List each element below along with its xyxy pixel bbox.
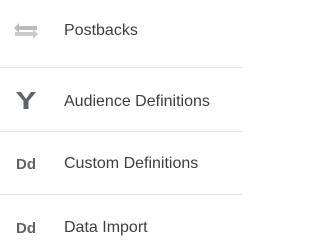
divider — [0, 67, 242, 68]
nav-item-audience-definitions[interactable]: Audience Definitions — [0, 70, 242, 130]
divider — [0, 194, 242, 195]
nav-item-label: Postbacks — [64, 22, 138, 39]
data-import-icon: Dd — [16, 219, 36, 237]
audience-definitions-icon — [11, 90, 41, 110]
admin-nav-list: Postbacks Audience Definitions Dd Custom… — [0, 0, 242, 247]
nav-item-label: Data Import — [64, 219, 148, 236]
postbacks-icon — [11, 21, 41, 41]
custom-definitions-icon: Dd — [16, 155, 36, 173]
nav-item-label: Custom Definitions — [64, 155, 199, 172]
nav-item-data-import[interactable]: Dd Data Import — [0, 197, 242, 247]
nav-item-postbacks[interactable]: Postbacks — [0, 0, 242, 60]
nav-item-custom-definitions[interactable]: Dd Custom Definitions — [0, 134, 242, 194]
nav-item-label: Audience Definitions — [64, 93, 210, 110]
divider — [0, 131, 242, 132]
